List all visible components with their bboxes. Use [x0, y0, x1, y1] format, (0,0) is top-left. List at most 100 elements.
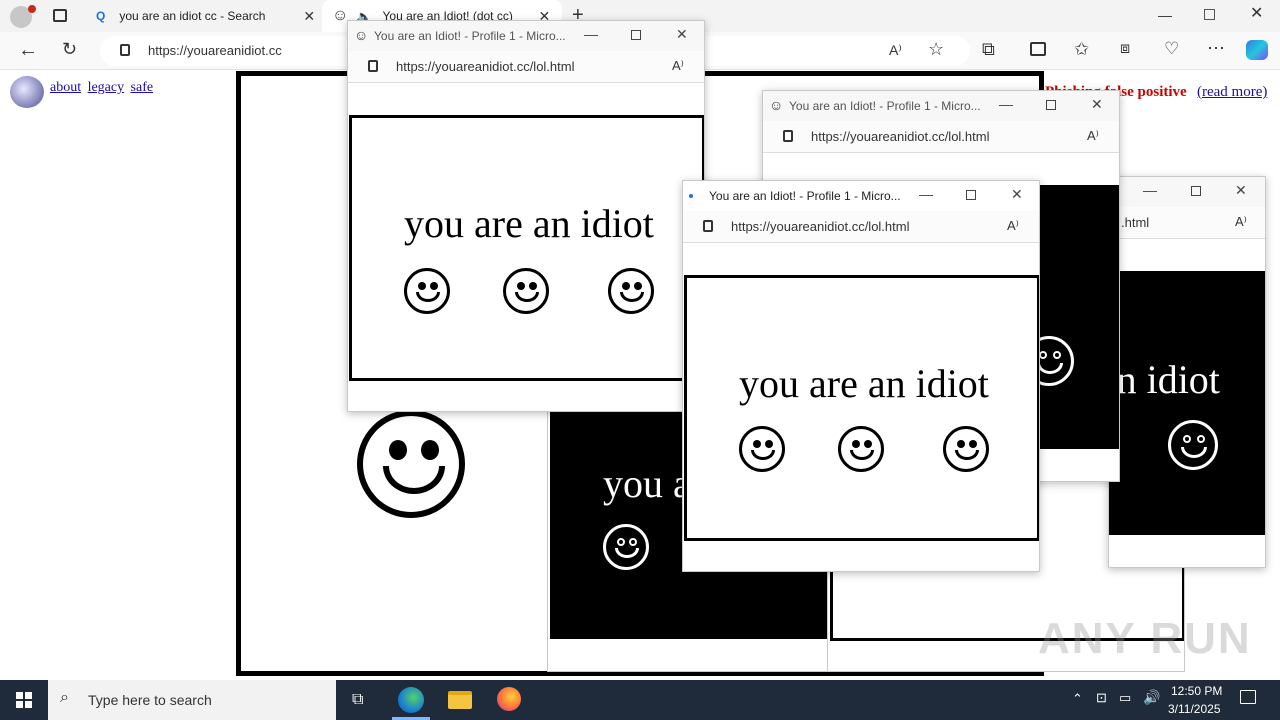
speaker-icon[interactable]	[10, 76, 44, 108]
file-explorer-icon[interactable]	[448, 691, 472, 709]
idiot-panel: you are an idiot	[349, 115, 704, 381]
smiley-icon	[739, 426, 785, 472]
minimize-icon[interactable]: —	[1158, 8, 1172, 22]
popup-window-front: You are an Idiot! - Profile 1 - Micro...…	[682, 180, 1040, 572]
smiley-icon	[404, 268, 450, 314]
notification-dot	[28, 5, 36, 13]
popup-url[interactable]: https://youareanidiot.cc/lol.html	[811, 129, 989, 144]
smiley-icon	[503, 268, 549, 314]
smiley-icon: ☺	[332, 7, 349, 24]
popup-window-top-left: ☺ You are an Idiot! - Profile 1 - Micro.…	[347, 20, 705, 412]
url-text[interactable]: https://youareanidiot.cc	[148, 43, 282, 58]
popup-url[interactable]: .html	[1121, 215, 1149, 230]
big-smiley-icon	[357, 410, 465, 518]
close-icon[interactable]: ✕	[303, 9, 315, 23]
search-icon: ⌕	[60, 689, 69, 706]
maximize-icon[interactable]	[1191, 186, 1201, 196]
lock-icon	[703, 220, 713, 232]
smiley-icon	[1168, 420, 1218, 470]
taskbar: ⌕ Type here to search ⧉ ⌃ ⊡ ▭ 🔊 12:50 PM…	[0, 680, 1280, 720]
restore-icon[interactable]	[1204, 9, 1215, 20]
read-aloud-icon[interactable]: A⁾	[889, 43, 902, 57]
read-aloud-icon[interactable]: A⁾	[1087, 129, 1099, 142]
popup-title: You are an Idiot! - Profile 1 - Micro...	[709, 189, 901, 203]
legacy-link[interactable]: legacy	[88, 80, 125, 95]
safe-link[interactable]: safe	[131, 80, 154, 95]
split-screen-icon[interactable]	[1030, 42, 1046, 56]
browser-essentials-icon[interactable]: ♡	[1164, 40, 1179, 57]
popup-title-bar: You are an Idiot! - Profile 1 - Micro...…	[683, 181, 1039, 211]
watermark: ANY RUN	[1038, 614, 1252, 663]
lock-icon[interactable]	[120, 44, 130, 56]
read-aloud-icon[interactable]: A⁾	[672, 59, 684, 72]
popup-title-bar: — ✕	[1109, 177, 1265, 207]
popup-window-far-right: — ✕ .html A⁾ you are an idiot	[1108, 176, 1266, 568]
minimize-icon[interactable]: —	[999, 97, 1013, 111]
popup-url[interactable]: https://youareanidiot.cc/lol.html	[731, 219, 909, 234]
firefox-icon[interactable]	[497, 687, 521, 711]
popup-address-bar: https://youareanidiot.cc/lol.html A⁾	[683, 211, 1039, 243]
minimize-icon[interactable]: —	[919, 187, 933, 201]
close-icon[interactable]: ✕	[1091, 97, 1103, 111]
tab-label: you are an idiot cc - Search	[119, 9, 266, 23]
notifications-icon[interactable]	[1240, 690, 1256, 704]
maximize-icon[interactable]	[1046, 100, 1056, 110]
idiot-text: you are an idiot	[404, 201, 654, 246]
read-aloud-icon[interactable]: A⁾	[1007, 219, 1019, 232]
task-view-icon[interactable]: ⧉	[352, 692, 363, 708]
search-placeholder: Type here to search	[88, 692, 212, 708]
read-aloud-icon[interactable]: A⁾	[1235, 215, 1247, 228]
idiot-panel: you are an idiot	[1109, 271, 1265, 535]
idiot-text: you a	[603, 461, 691, 506]
popup-address-bar: .html A⁾	[1109, 207, 1265, 239]
extensions-icon[interactable]: ⧉	[982, 40, 995, 58]
idiot-panel: you are an idiot	[684, 275, 1039, 541]
maximize-icon[interactable]	[631, 30, 641, 40]
taskbar-search[interactable]: ⌕ Type here to search	[48, 680, 336, 720]
volume-icon[interactable]: 🔊	[1143, 690, 1160, 704]
clock-time[interactable]: 12:50 PM	[1171, 684, 1222, 698]
chevron-up-icon[interactable]: ⌃	[1072, 692, 1083, 705]
loading-dot	[689, 194, 693, 198]
refresh-icon[interactable]: ↻	[62, 40, 77, 58]
lock-icon	[783, 130, 793, 142]
idiot-text: you are an idiot	[739, 361, 989, 406]
more-menu-icon[interactable]: ⋯	[1207, 39, 1225, 57]
collections-icon[interactable]: ⧈	[1120, 41, 1130, 57]
minimize-icon[interactable]: —	[1143, 183, 1157, 197]
popup-title: You are an Idiot! - Profile 1 - Micro...	[789, 99, 981, 113]
search-icon: Q	[96, 9, 106, 23]
webcam-icon[interactable]: ⊡	[1096, 691, 1107, 704]
tab-search[interactable]: Q you are an idiot cc - Search ✕	[86, 0, 322, 32]
smiley-icon	[603, 524, 649, 570]
popup-address-bar: https://youareanidiot.cc/lol.html A⁾	[763, 121, 1119, 153]
close-icon[interactable]: ✕	[1250, 6, 1263, 22]
smiley-icon	[838, 426, 884, 472]
close-icon[interactable]: ✕	[1011, 187, 1023, 201]
back-icon[interactable]: ←	[18, 40, 38, 60]
favorite-star-icon[interactable]: ☆	[928, 40, 944, 58]
lock-icon	[368, 60, 378, 72]
edge-icon[interactable]	[398, 687, 424, 713]
network-icon[interactable]: ▭	[1119, 691, 1131, 704]
clock-date[interactable]: 3/11/2025	[1168, 702, 1221, 716]
favorites-icon[interactable]: ✩	[1074, 40, 1089, 58]
windows-start-icon[interactable]	[16, 692, 32, 708]
popup-title: You are an Idiot! - Profile 1 - Micro...	[374, 29, 566, 43]
maximize-icon[interactable]	[966, 190, 976, 200]
about-link[interactable]: about	[50, 80, 81, 95]
close-icon[interactable]: ✕	[1235, 183, 1247, 197]
popup-address-bar: https://youareanidiot.cc/lol.html A⁾	[348, 51, 704, 83]
tab-actions-icon[interactable]	[53, 9, 67, 22]
smiley-icon: ☺	[354, 27, 369, 43]
popup-url[interactable]: https://youareanidiot.cc/lol.html	[396, 59, 574, 74]
smiley-icon	[943, 426, 989, 472]
popup-title-bar: ☺ You are an Idiot! - Profile 1 - Micro.…	[348, 21, 704, 51]
copilot-icon[interactable]	[1246, 40, 1268, 60]
read-more-link[interactable]: (read more)	[1197, 84, 1267, 101]
top-links: about legacy safe	[50, 78, 153, 96]
minimize-icon[interactable]: —	[584, 27, 598, 41]
smiley-icon	[608, 268, 654, 314]
close-icon[interactable]: ✕	[676, 27, 688, 41]
popup-title-bar: ☺ You are an Idiot! - Profile 1 - Micro.…	[763, 91, 1119, 121]
